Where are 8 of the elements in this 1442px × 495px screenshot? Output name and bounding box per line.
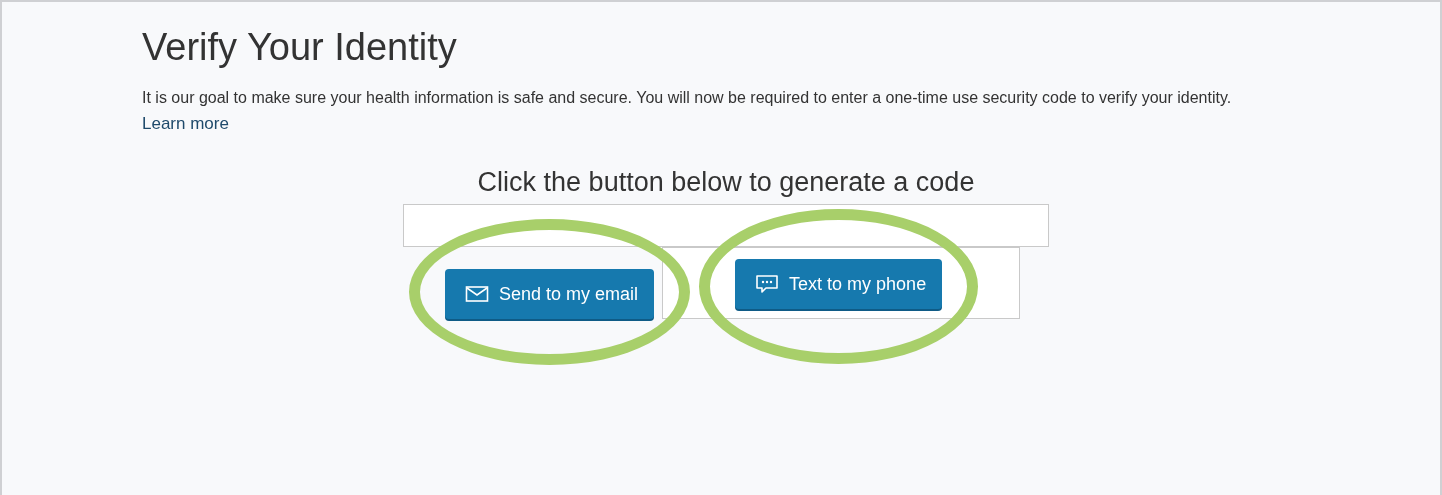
prompt-heading: Click the button below to generate a code (477, 166, 975, 199)
text-phone-button[interactable]: Text to my phone (735, 259, 943, 309)
learn-more-link[interactable]: Learn more (142, 112, 229, 136)
send-email-button[interactable]: Send to my email (445, 269, 655, 319)
intro-text: It is our goal to make sure your health information is safe and secure. You will now be required to enter a one-time use security code to verify your identity. (142, 88, 1232, 108)
envelope-icon (465, 284, 489, 304)
chat-bubble-icon (755, 274, 780, 294)
page-title: Verify Your Identity (142, 25, 458, 70)
